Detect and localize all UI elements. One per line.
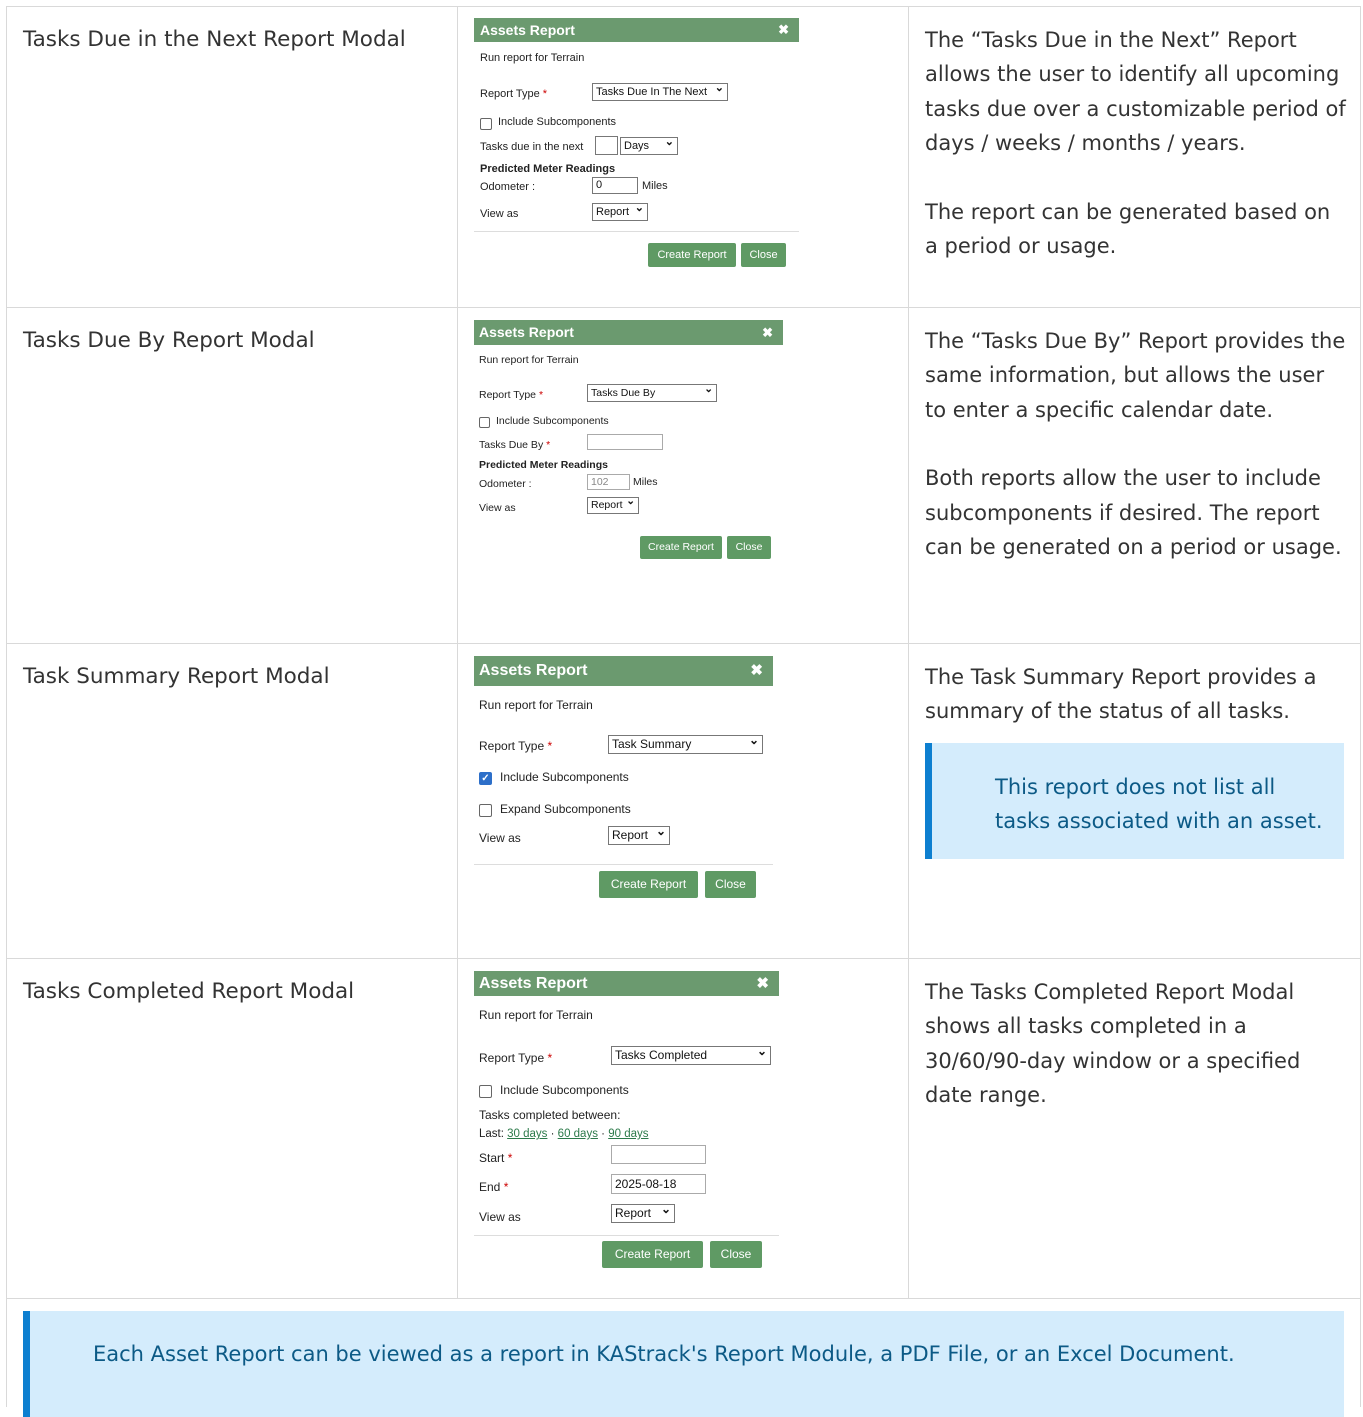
tasks-due-by-input[interactable] (587, 434, 663, 450)
modal-title-bar: Assets Report ✖ (474, 320, 783, 345)
view-as-select[interactable]: Report (592, 203, 648, 221)
tasks-due-next-modal: Assets Report ✖ Run report for Terrain R… (474, 18, 799, 274)
table-row: Task Summary Report Modal Assets Report … (6, 643, 1361, 959)
modal-title: Assets Report (479, 324, 574, 340)
start-date-input[interactable] (611, 1145, 706, 1164)
report-type-select[interactable]: Tasks Completed (611, 1046, 771, 1065)
close-button[interactable]: Close (705, 871, 756, 898)
report-type-label: Report Type * (479, 1051, 553, 1065)
close-icon[interactable]: ✖ (778, 18, 789, 42)
close-icon[interactable]: ✖ (756, 971, 769, 996)
note-callout: This report does not list all tasks asso… (925, 742, 1344, 859)
expand-subcomponents-label: Expand Subcomponents (500, 802, 631, 816)
include-subcomponents-label: Include Subcomponents (498, 116, 617, 128)
row-description: The Task Summary Report provides a summa… (909, 644, 1360, 859)
modal-title: Assets Report (479, 662, 588, 679)
view-as-label: View as (479, 831, 521, 845)
modal-subtitle: Run report for Terrain (479, 354, 579, 366)
view-as-label: View as (479, 502, 516, 514)
table-row: Tasks Completed Report Modal Assets Repo… (6, 958, 1361, 1299)
tasks-due-next-input[interactable] (595, 136, 618, 155)
tasks-due-by-modal: Assets Report ✖ Run report for Terrain R… (474, 320, 783, 563)
row-label: Tasks Due in the Next Report Modal (23, 27, 406, 52)
modal-title: Assets Report (480, 22, 575, 38)
view-as-select[interactable]: Report (587, 497, 639, 514)
modal-subtitle: Run report for Terrain (479, 698, 593, 712)
close-icon[interactable]: ✖ (762, 320, 773, 345)
report-modals-table: Tasks Due in the Next Report Modal Asset… (6, 6, 1361, 1417)
include-subcomponents-checkbox[interactable]: ✓ (479, 772, 492, 785)
close-button[interactable]: Close (727, 536, 771, 559)
tasks-completed-modal: Assets Report ✖ Run report for Terrain R… (474, 971, 779, 1285)
report-type-select[interactable]: Tasks Due By (587, 384, 717, 402)
close-icon[interactable]: ✖ (750, 656, 763, 686)
modal-title-bar: Assets Report ✖ (474, 971, 779, 996)
include-subcomponents-checkbox[interactable] (479, 1085, 492, 1098)
period-select[interactable]: Days (620, 137, 678, 155)
modal-subtitle: Run report for Terrain (479, 1008, 593, 1022)
row-description: The “Tasks Due By” Report provides the s… (925, 329, 1346, 560)
row-label: Tasks Completed Report Modal (23, 979, 355, 1004)
end-date-input[interactable]: 2025-08-18 (611, 1174, 706, 1194)
tasks-completed-between-label: Tasks completed between: (479, 1108, 621, 1122)
report-type-label: Report Type * (479, 389, 544, 401)
close-button[interactable]: Close (710, 1241, 762, 1268)
create-report-button[interactable]: Create Report (640, 536, 722, 559)
tasks-due-next-label: Tasks due in the next (480, 141, 584, 153)
last-30-days-link[interactable]: 30 days (507, 1128, 547, 1140)
modal-title: Assets Report (479, 975, 588, 992)
odometer-input[interactable]: 102 (587, 474, 630, 490)
meter-readings-heading: Predicted Meter Readings (480, 163, 616, 175)
last-60-days-link[interactable]: 60 days (558, 1128, 598, 1140)
create-report-button[interactable]: Create Report (599, 871, 698, 898)
odometer-input[interactable]: 0 (592, 177, 638, 194)
last-90-days-link[interactable]: 90 days (608, 1128, 648, 1140)
table-row: Tasks Due By Report Modal Assets Report … (6, 307, 1361, 644)
last-days-links: Last: 30 days · 60 days · 90 days (479, 1128, 649, 1140)
create-report-button[interactable]: Create Report (648, 243, 736, 267)
start-date-label: Start * (479, 1151, 513, 1165)
tasks-due-by-label: Tasks Due By * (479, 439, 551, 451)
footer-cell: Each Asset Report can be viewed as a rep… (7, 1299, 1360, 1417)
report-type-label: Report Type * (480, 88, 548, 100)
include-subcomponents-checkbox[interactable] (480, 118, 492, 130)
row-description: The “Tasks Due in the Next” Report allow… (925, 28, 1346, 259)
report-type-select[interactable]: Tasks Due In The Next (592, 83, 728, 101)
modal-subtitle: Run report for Terrain (480, 52, 585, 64)
footer-callout: Each Asset Report can be viewed as a rep… (23, 1311, 1344, 1417)
modal-divider (474, 1235, 779, 1236)
table-row: Each Asset Report can be viewed as a rep… (6, 1298, 1361, 1417)
include-subcomponents-label: Include Subcomponents (500, 770, 629, 784)
end-date-label: End * (479, 1180, 509, 1194)
odometer-unit: Miles (633, 476, 658, 488)
view-as-label: View as (480, 208, 519, 220)
row-label: Tasks Due By Report Modal (23, 328, 315, 353)
modal-title-bar: Assets Report ✖ (474, 18, 799, 42)
table-row: Tasks Due in the Next Report Modal Asset… (6, 6, 1361, 308)
meter-readings-heading: Predicted Meter Readings (479, 459, 608, 471)
row-label: Task Summary Report Modal (23, 664, 330, 689)
modal-title-bar: Assets Report ✖ (474, 656, 773, 686)
view-as-select[interactable]: Report (611, 1204, 675, 1223)
row-description: The Tasks Completed Report Modal shows a… (925, 980, 1301, 1108)
include-subcomponents-label: Include Subcomponents (500, 1083, 629, 1097)
view-as-select[interactable]: Report (608, 826, 670, 845)
odometer-unit: Miles (642, 180, 668, 192)
modal-divider (474, 864, 773, 865)
expand-subcomponents-checkbox[interactable] (479, 804, 492, 817)
odometer-label: Odometer : (479, 478, 532, 490)
report-type-label: Report Type * (479, 739, 553, 753)
report-type-select[interactable]: Task Summary (608, 735, 763, 754)
close-button[interactable]: Close (741, 243, 786, 267)
view-as-label: View as (479, 1210, 521, 1224)
include-subcomponents-label: Include Subcomponents (496, 415, 609, 427)
include-subcomponents-checkbox[interactable] (479, 417, 490, 428)
odometer-label: Odometer : (480, 181, 536, 193)
create-report-button[interactable]: Create Report (602, 1241, 703, 1268)
modal-divider (474, 231, 799, 232)
task-summary-modal: Assets Report ✖ Run report for Terrain R… (474, 656, 773, 904)
